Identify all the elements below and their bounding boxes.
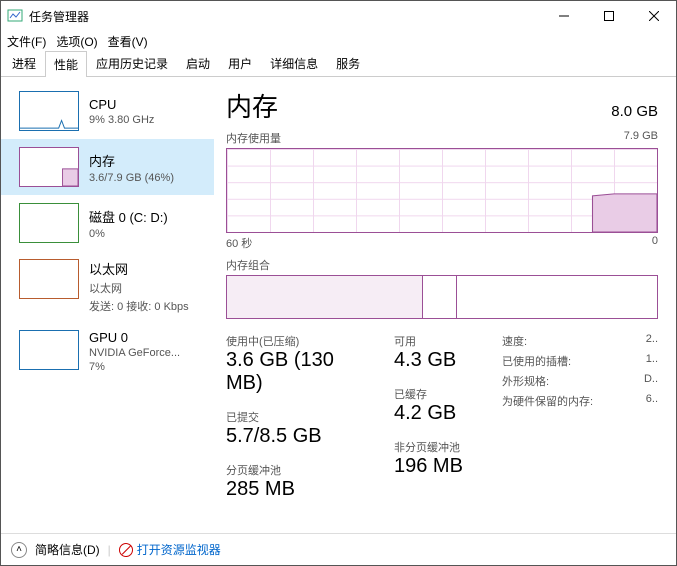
ethernet-thumbnail bbox=[19, 259, 79, 299]
minimize-button[interactable] bbox=[541, 1, 586, 31]
menu-options[interactable]: 选项(O) bbox=[56, 33, 97, 50]
memory-composition-chart bbox=[226, 275, 658, 319]
sidebar-item-memory[interactable]: 内存3.6/7.9 GB (46%) bbox=[1, 139, 214, 195]
footer: ˄ 简略信息(D) | 打开资源监视器 bbox=[1, 533, 676, 565]
tabbar: 进程 性能 应用历史记录 启动 用户 详细信息 服务 bbox=[1, 51, 676, 77]
sidebar-item-label: CPU bbox=[89, 97, 208, 112]
stat-available: 可用4.3 GB bbox=[394, 333, 484, 372]
sidebar-item-cpu[interactable]: CPU9% 3.80 GHz bbox=[1, 83, 214, 139]
tab-performance[interactable]: 性能 bbox=[45, 51, 87, 77]
menubar: 文件(F) 选项(O) 查看(V) bbox=[1, 31, 676, 51]
resource-monitor-icon bbox=[119, 543, 133, 557]
maximize-button[interactable] bbox=[586, 1, 631, 31]
usage-max: 7.9 GB bbox=[624, 130, 658, 146]
memory-thumbnail bbox=[19, 147, 79, 187]
sidebar-item-label: 内存 bbox=[89, 151, 208, 170]
sidebar-item-disk[interactable]: 磁盘 0 (C: D:)0% bbox=[1, 195, 214, 251]
stat-paged: 分页缓冲池285 MB bbox=[226, 462, 376, 501]
app-icon bbox=[7, 8, 23, 24]
sidebar-item-label: 磁盘 0 (C: D:) bbox=[89, 207, 208, 226]
gpu-thumbnail bbox=[19, 330, 79, 370]
fewer-details-button[interactable]: 简略信息(D) bbox=[35, 541, 100, 558]
sidebar: CPU9% 3.80 GHz 内存3.6/7.9 GB (46%) 磁盘 0 (… bbox=[1, 77, 214, 533]
axis-right: 0 bbox=[652, 235, 658, 251]
memory-capacity: 8.0 GB bbox=[611, 103, 658, 120]
stat-in-use: 使用中(已压缩)3.6 GB (130 MB) bbox=[226, 333, 376, 395]
sidebar-item-label: 以太网 bbox=[89, 259, 208, 278]
memory-usage-chart bbox=[226, 148, 658, 233]
tab-details[interactable]: 详细信息 bbox=[261, 50, 327, 76]
stat-nonpaged: 非分页缓冲池196 MB bbox=[394, 439, 484, 478]
sidebar-item-ethernet[interactable]: 以太网以太网发送: 0 接收: 0 Kbps bbox=[1, 251, 214, 322]
menu-file[interactable]: 文件(F) bbox=[7, 33, 46, 50]
sidebar-item-gpu[interactable]: GPU 0NVIDIA GeForce...7% bbox=[1, 322, 214, 381]
detail-pane: 内存 8.0 GB 内存使用量 7.9 GB 60 秒 0 内存组合 使用中(已压缩… bbox=[214, 77, 676, 533]
tab-processes[interactable]: 进程 bbox=[3, 50, 45, 76]
stat-cached: 已缓存4.2 GB bbox=[394, 386, 484, 425]
task-manager-window: 任务管理器 文件(F) 选项(O) 查看(V) 进程 性能 应用历史记录 启动 … bbox=[0, 0, 677, 566]
composition-label: 内存组合 bbox=[226, 257, 270, 273]
window-title: 任务管理器 bbox=[29, 8, 541, 25]
menu-view[interactable]: 查看(V) bbox=[108, 33, 148, 50]
tab-startup[interactable]: 启动 bbox=[177, 50, 219, 76]
chevron-up-icon[interactable]: ˄ bbox=[11, 542, 27, 558]
usage-label: 内存使用量 bbox=[226, 130, 281, 146]
close-button[interactable] bbox=[631, 1, 676, 31]
tab-app-history[interactable]: 应用历史记录 bbox=[87, 50, 177, 76]
page-title: 内存 bbox=[226, 87, 278, 124]
axis-left: 60 秒 bbox=[226, 235, 252, 251]
tab-users[interactable]: 用户 bbox=[219, 50, 261, 76]
open-resource-monitor-link[interactable]: 打开资源监视器 bbox=[119, 541, 221, 558]
tab-services[interactable]: 服务 bbox=[327, 50, 369, 76]
disk-thumbnail bbox=[19, 203, 79, 243]
sidebar-item-label: GPU 0 bbox=[89, 330, 208, 345]
memory-properties: 速度:2.. 已使用的插槽:1.. 外形规格:D.. 为硬件保留的内存:6.. bbox=[502, 333, 658, 501]
stat-committed: 已提交5.7/8.5 GB bbox=[226, 409, 376, 448]
titlebar[interactable]: 任务管理器 bbox=[1, 1, 676, 31]
cpu-thumbnail bbox=[19, 91, 79, 131]
